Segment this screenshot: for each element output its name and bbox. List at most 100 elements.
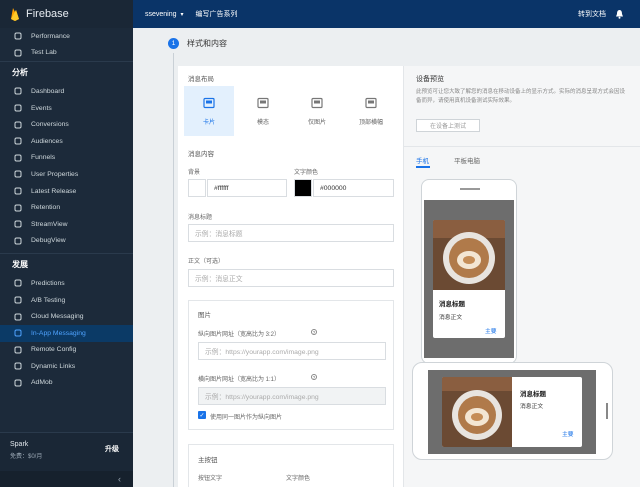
sidebar-item-label: Conversions [31, 121, 69, 129]
sidebar-item-label: In-App Messaging [31, 329, 86, 337]
message-body: 消息正文 [439, 315, 463, 321]
landscape-url-label: 横向图片网址（宽高比为 1:1） [198, 377, 281, 383]
sidebar-item-dynamic-links[interactable]: Dynamic Links [0, 358, 133, 375]
brand[interactable]: Firebase [0, 0, 133, 28]
sidebar-item-events[interactable]: Events [0, 100, 133, 117]
sidebar-item-label: StreamView [31, 220, 68, 228]
layout-option-label: 模态 [256, 119, 269, 126]
message-title: 消息标题 [520, 391, 546, 398]
tablet-screen: 消息标题 消息正文 主要 [428, 370, 596, 454]
sidebar-item-label: User Properties [31, 170, 79, 178]
sidebar-item-admob[interactable]: AdMob [0, 375, 133, 392]
coffee-image [433, 220, 505, 290]
layout-option-image-only[interactable]: 仅图片 [292, 86, 342, 136]
people-icon [14, 137, 22, 145]
portrait-url-label: 纵向图片网址（宽高比为 3:2） [198, 332, 281, 338]
image-group: 图片 纵向图片网址（宽高比为 3:2） ? 示例：https://yourapp… [188, 300, 394, 430]
layout-option-card-layout[interactable]: 卡片 [184, 86, 234, 136]
sidebar-item-debugview[interactable]: DebugView [0, 233, 133, 250]
project-selector[interactable]: ssevening [145, 11, 177, 18]
layout-option-modal-layout[interactable]: 模态 [238, 86, 288, 136]
button-text-color-label: 文字颜色 [286, 476, 311, 482]
bg-color-swatch[interactable] [188, 179, 206, 197]
firebase-logo-icon [11, 8, 19, 21]
plan-footer: Spark 免费：$0/月 升级 ‹ [0, 432, 133, 487]
collapse-sidebar-button[interactable]: ‹ [0, 471, 133, 487]
sidebar-item-performance[interactable]: Performance [0, 28, 133, 45]
debug-icon [14, 237, 22, 245]
user-properties-icon [14, 170, 22, 178]
image-only-icon [311, 97, 323, 108]
message-primary-button[interactable]: 主要 [485, 326, 497, 335]
body-input[interactable]: 示例：消息正文 [188, 269, 394, 287]
sidebar-item-user-properties[interactable]: User Properties [0, 166, 133, 183]
cloud-messaging-icon [14, 313, 22, 321]
sidebar-item-audiences[interactable]: Audiences [0, 133, 133, 150]
sidebar-item-latest-release[interactable]: Latest Release [0, 183, 133, 200]
layout-option-label: 仅图片 [307, 119, 326, 126]
preview-title: 设备预览 [416, 76, 444, 83]
sidebar-item-label: Remote Config [31, 346, 77, 354]
card-layout-icon [203, 97, 215, 108]
bg-color-input[interactable]: #ffffff [207, 179, 287, 197]
phone-speaker [460, 188, 480, 190]
sidebar-item-remote-config[interactable]: Remote Config [0, 342, 133, 359]
body-label: 正文（可选） [188, 259, 225, 265]
step-header[interactable]: 1 样式和内容 [168, 38, 227, 49]
sidebar-item-predictions[interactable]: Predictions [0, 275, 133, 292]
preview-description: 此预览可让您大致了解您的消息在移动设备上的显示方式。实际的消息呈现方式会因设备而… [416, 89, 626, 104]
text-color-input[interactable]: #000000 [313, 179, 394, 197]
admob-icon [14, 379, 22, 387]
section-grow[interactable]: 发展 [0, 253, 133, 275]
sidebar-item-label: Performance [31, 32, 70, 40]
tablet-message-card: 消息标题 消息正文 主要 [442, 377, 582, 447]
docs-link[interactable]: 转到文档 [578, 9, 606, 19]
message-title: 消息标题 [439, 301, 465, 308]
chevron-down-icon[interactable]: ▾ [181, 11, 184, 18]
sidebar-item-label: Predictions [31, 279, 65, 287]
test-on-device-button[interactable]: 在设备上测试 [416, 119, 480, 132]
tab-phone[interactable]: 手机 [416, 155, 429, 165]
in-app-messaging-icon [14, 329, 22, 337]
tab-tablet[interactable]: 平板电脑 [454, 155, 480, 165]
layout-option-top-banner[interactable]: 顶部横幅 [346, 86, 396, 136]
sidebar-item-label: Test Lab [31, 49, 57, 57]
sidebar-item-label: Dynamic Links [31, 362, 76, 370]
sidebar-item-label: Retention [31, 204, 61, 212]
release-icon [14, 187, 22, 195]
device-preview-panel: 设备预览 此预览可让您大致了解您的消息在移动设备上的显示方式。实际的消息呈现方式… [403, 66, 640, 487]
layout-label: 消息布局 [188, 76, 214, 83]
title-input[interactable]: 示例：消息标题 [188, 224, 394, 242]
primary-button-group: 主按钮 按钮文字 文字颜色 [188, 444, 394, 487]
sidebar-item-streamview[interactable]: StreamView [0, 216, 133, 233]
sidebar-item-cloud-messaging[interactable]: Cloud Messaging [0, 308, 133, 325]
message-primary-button[interactable]: 主要 [562, 429, 574, 438]
help-icon[interactable]: ? [311, 374, 317, 380]
same-image-checkbox[interactable]: ✓ [198, 411, 206, 419]
content-label: 消息内容 [188, 151, 214, 158]
bell-icon[interactable] [615, 9, 624, 19]
sidebar-item-label: Dashboard [31, 87, 65, 95]
portrait-url-input[interactable]: 示例：https://yourapp.com/image.png [198, 342, 386, 360]
streamview-icon [14, 220, 22, 228]
section-analytics[interactable]: 分析 [0, 61, 133, 83]
sidebar-item-retention[interactable]: Retention [0, 199, 133, 216]
phone-screen: 消息标题 消息正文 主要 [424, 200, 514, 358]
text-color-swatch[interactable] [294, 179, 312, 197]
phone-message-card: 消息标题 消息正文 主要 [433, 220, 505, 338]
sidebar-item-a-b-testing[interactable]: A/B Testing [0, 292, 133, 309]
upgrade-button[interactable]: 升级 [105, 444, 119, 454]
retention-icon [14, 204, 22, 212]
sidebar-item-dashboard[interactable]: Dashboard [0, 83, 133, 100]
sidebar-item-funnels[interactable]: Funnels [0, 150, 133, 167]
sidebar-item-in-app-messaging[interactable]: In-App Messaging [0, 324, 133, 342]
message-body: 消息正文 [520, 404, 544, 410]
landscape-url-input[interactable]: 示例：https://yourapp.com/image.png [198, 387, 386, 405]
sidebar-item-label: Cloud Messaging [31, 313, 84, 321]
sidebar-item-label: AdMob [31, 379, 53, 387]
help-icon[interactable]: ? [311, 329, 317, 335]
sidebar-item-test-lab[interactable]: Test Lab [0, 45, 133, 62]
sidebar-item-conversions[interactable]: Conversions [0, 116, 133, 133]
bg-label: 背景 [188, 170, 201, 176]
sidebar-item-label: Events [31, 104, 52, 112]
